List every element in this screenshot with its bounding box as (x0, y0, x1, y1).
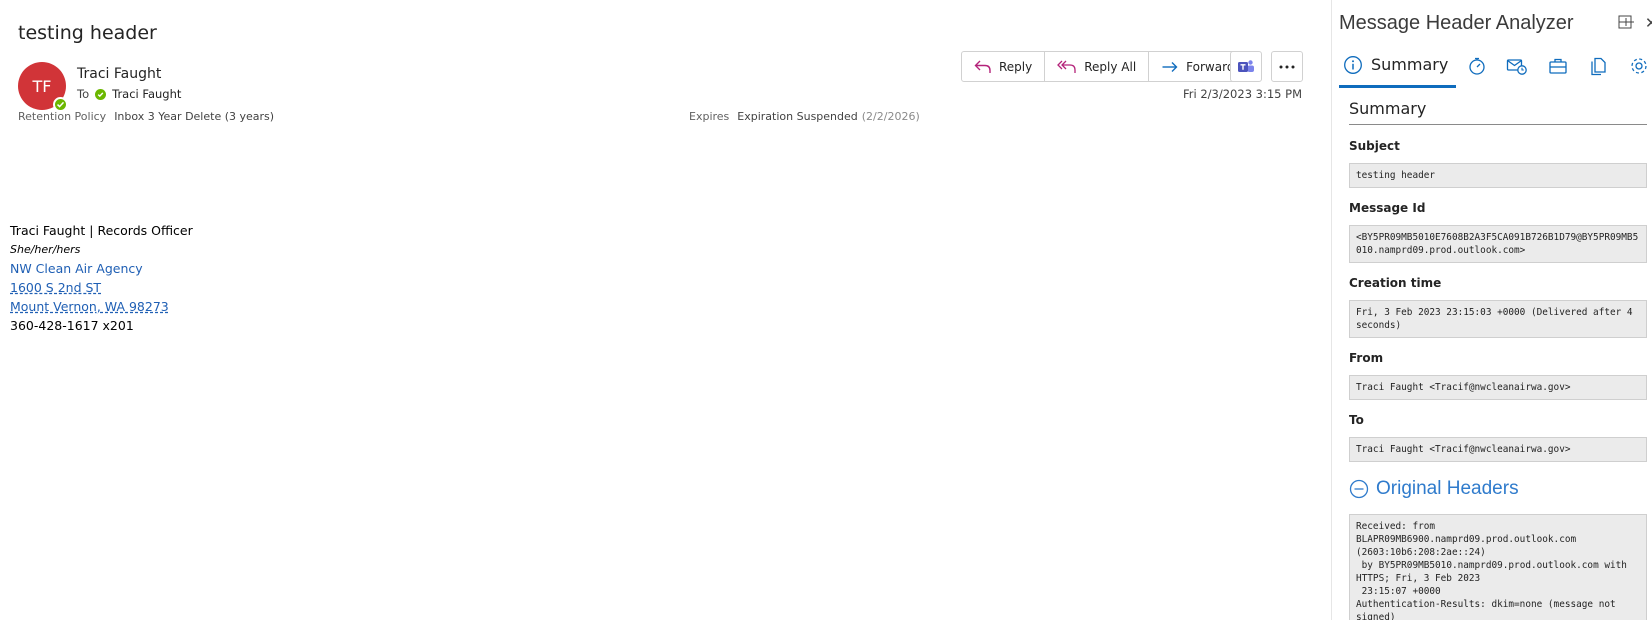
avatar-initials: TF (32, 76, 52, 96)
addin-title: Message Header Analyzer (1339, 12, 1574, 34)
message-subject: testing header (18, 22, 157, 44)
reply-all-label: Reply All (1084, 59, 1137, 74)
documents-icon (1591, 57, 1606, 76)
message-timestamp: Fri 2/3/2023 3:15 PM (1183, 87, 1302, 101)
expires-value: Expiration Suspended (737, 110, 858, 123)
teams-icon (1238, 59, 1254, 72)
retention-label: Retention Policy (18, 110, 107, 123)
sender-avatar[interactable]: TF (18, 62, 68, 112)
addin-tabs: Summary (1339, 44, 1652, 88)
teams-share-button[interactable] (1230, 51, 1262, 82)
from-value[interactable]: Traci Faught <Tracif@nwcleanairwa.gov> (1349, 375, 1647, 400)
gear-icon (1631, 58, 1647, 74)
tab-forefront[interactable] (1497, 56, 1538, 76)
creation-time-value[interactable]: Fri, 3 Feb 2023 23:15:03 +0000 (Delivere… (1349, 300, 1647, 338)
subject-value[interactable]: testing header (1349, 163, 1647, 188)
recipient-name[interactable]: Traci Faught (112, 87, 181, 101)
message-id-label: Message Id (1349, 201, 1426, 215)
signature-agency: NW Clean Air Agency (10, 261, 143, 276)
close-icon[interactable]: ✕ (1645, 14, 1652, 32)
signature-street-link[interactable]: 1600 S 2nd ST (10, 280, 101, 295)
retention-policy: Retention Policy Inbox 3 Year Delete (3 … (18, 110, 274, 123)
collapse-icon (1349, 479, 1369, 499)
signature-phone: 360-428-1617 x201 (10, 318, 134, 333)
expires-label: Expires (689, 110, 730, 123)
info-icon (1344, 55, 1362, 74)
reply-all-button[interactable]: Reply All (1045, 52, 1150, 81)
from-label: From (1349, 351, 1384, 365)
expiration-info: Expires Expiration Suspended (2/2/2026) (689, 110, 920, 123)
sender-name[interactable]: Traci Faught (77, 66, 161, 82)
tab-settings[interactable] (1618, 56, 1652, 76)
reply-all-icon (1057, 60, 1076, 73)
message-actions: Reply Reply All Forward (961, 51, 1248, 82)
subject-label: Subject (1349, 139, 1400, 153)
recipient-line: To Traci Faught (77, 87, 181, 101)
pin-icon[interactable] (1618, 15, 1634, 29)
to-value[interactable]: Traci Faught <Tracif@nwcleanairwa.gov> (1349, 437, 1647, 462)
reply-button[interactable]: Reply (962, 52, 1046, 81)
signature-name: Traci Faught | Records Officer (10, 223, 193, 238)
expires-date: (2/2/2026) (861, 110, 920, 123)
mail-clock-icon (1506, 59, 1527, 75)
more-actions-button[interactable] (1271, 51, 1303, 82)
reading-pane: testing header TF Traci Faught To Traci … (0, 0, 1330, 620)
signature-city-link[interactable]: Mount Vernon, WA 98273 (10, 299, 169, 314)
tab-other[interactable] (1578, 56, 1619, 76)
retention-value: Inbox 3 Year Delete (3 years) (114, 110, 275, 123)
briefcase-icon (1549, 58, 1567, 74)
reply-label: Reply (999, 59, 1033, 74)
to-label: To (77, 87, 90, 101)
original-headers-toggle[interactable]: Original Headers (1349, 478, 1519, 500)
email-signature: Traci Faught | Records Officer She/her/h… (10, 221, 193, 335)
forward-icon (1162, 61, 1178, 72)
message-header-analyzer-pane: Message Header Analyzer ✕ Summary (1331, 0, 1652, 620)
tab-received[interactable] (1456, 56, 1497, 76)
stopwatch-icon (1468, 57, 1485, 75)
original-headers-text[interactable]: Received: from BLAPR09MB6900.namprd09.pr… (1349, 514, 1647, 620)
reply-icon (974, 60, 991, 73)
forward-label: Forward (1186, 59, 1235, 74)
message-id-value[interactable]: <BY5PR09MB5010E7608B2A3F5CA091B726B1D79@… (1349, 225, 1647, 263)
tab-antispam[interactable] (1537, 56, 1578, 76)
summary-section-title: Summary (1349, 99, 1647, 125)
tab-summary-label: Summary (1371, 55, 1449, 74)
more-icon (1279, 65, 1295, 68)
creation-time-label: Creation time (1349, 276, 1442, 290)
to-label: To (1349, 413, 1364, 427)
tab-summary[interactable]: Summary (1339, 44, 1457, 88)
signature-pronouns: She/her/hers (10, 243, 81, 256)
recipient-presence-icon (95, 88, 107, 100)
original-headers-title: Original Headers (1376, 478, 1519, 499)
